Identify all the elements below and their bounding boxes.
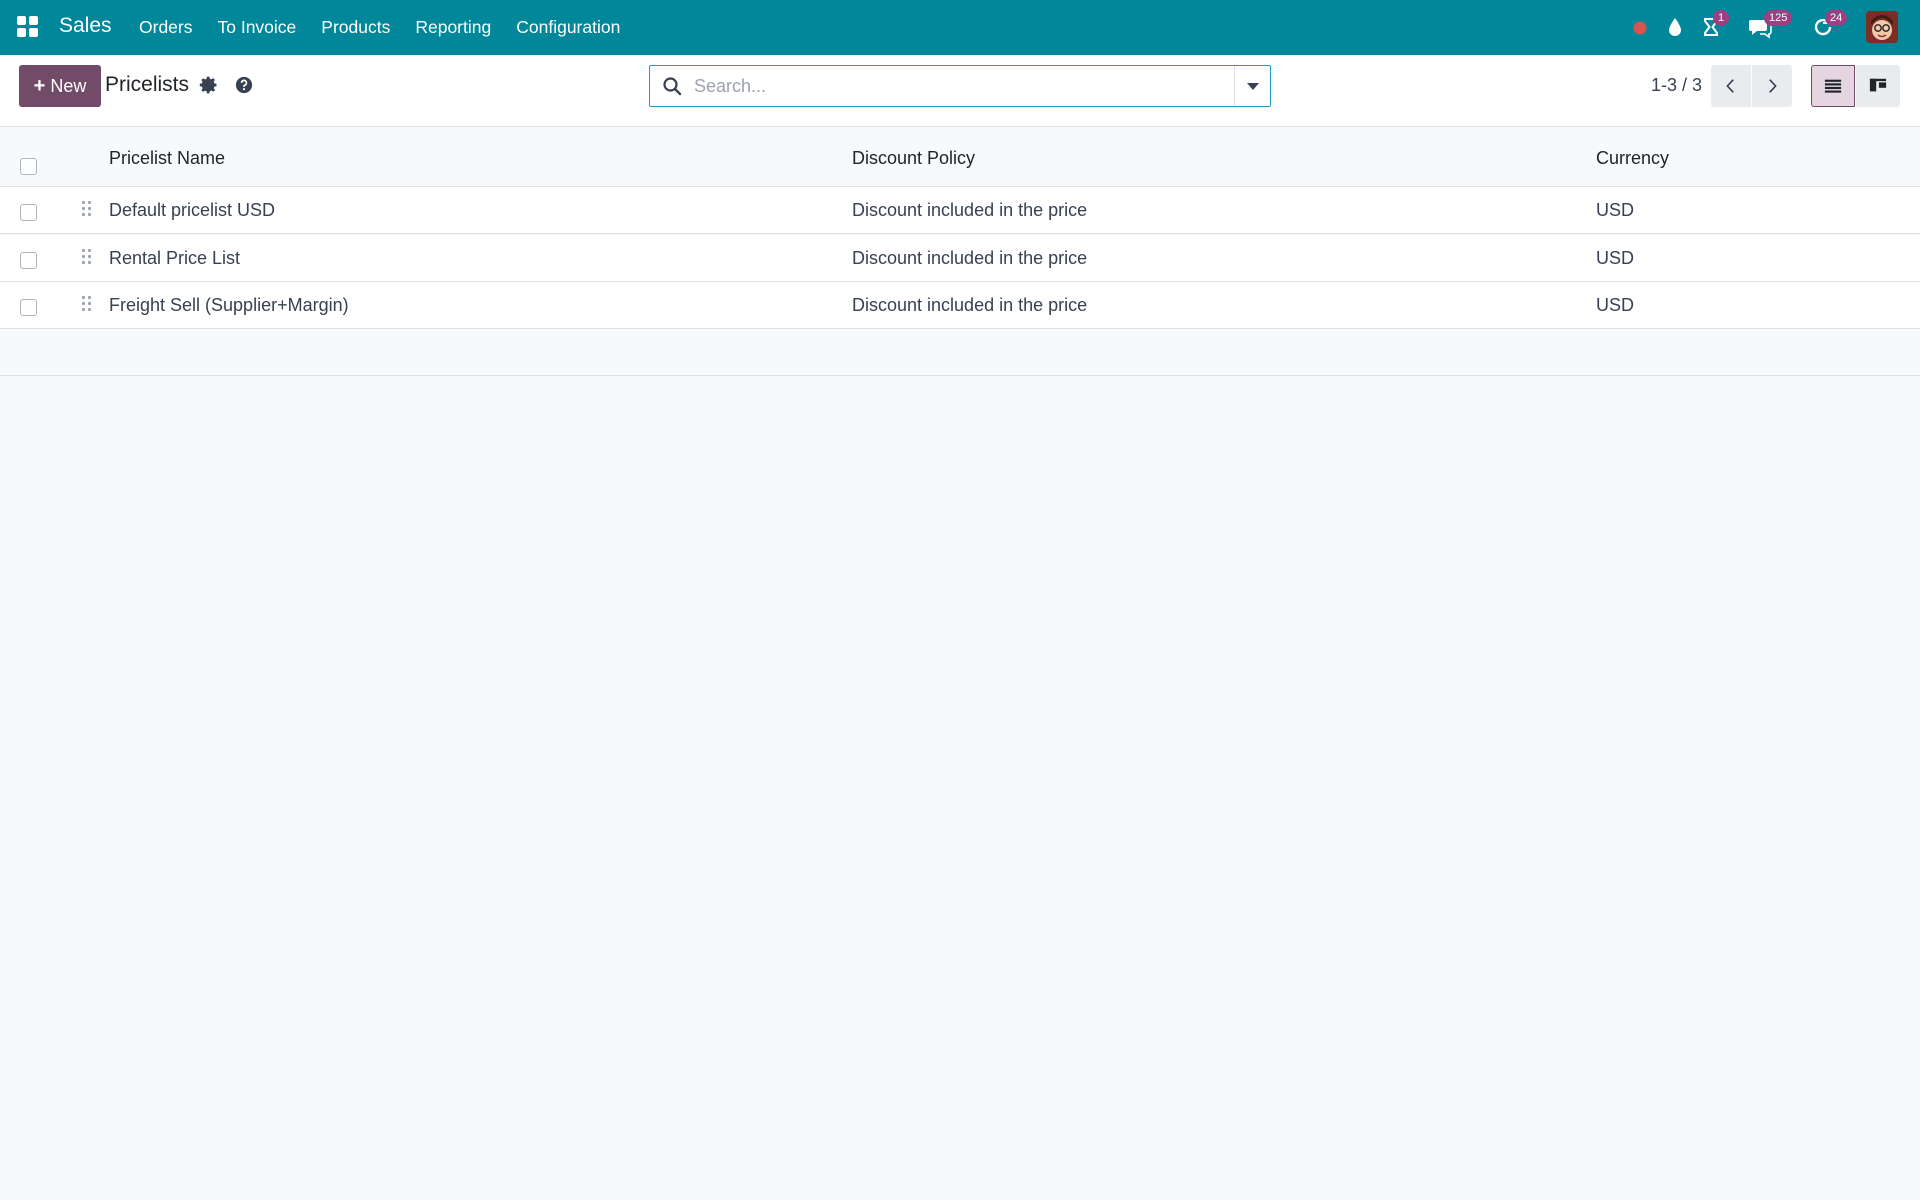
pager-previous-button[interactable] (1711, 65, 1751, 107)
messages-icon[interactable]: 125 (1748, 10, 1793, 39)
activities-icon[interactable]: 1 (1699, 10, 1730, 39)
cell-discount-policy[interactable]: Discount included in the price (852, 295, 1087, 316)
row-checkbox[interactable] (20, 204, 37, 221)
menu-item-orders[interactable]: Orders (139, 17, 192, 38)
user-avatar[interactable] (1866, 11, 1898, 43)
plus-icon: + (33, 74, 46, 97)
table-row[interactable]: Default pricelist USD Discount included … (0, 187, 1920, 234)
search-bar (649, 65, 1271, 107)
cell-currency[interactable]: USD (1596, 248, 1634, 269)
menu-item-products[interactable]: Products (321, 17, 390, 38)
pager-value[interactable]: 1-3 / 3 (1651, 75, 1702, 96)
chevron-left-icon (1726, 79, 1734, 93)
cell-currency[interactable]: USD (1596, 200, 1634, 221)
menu-item-configuration[interactable]: Configuration (516, 17, 620, 38)
menu-item-to-invoice[interactable]: To Invoice (217, 17, 296, 38)
updates-icon[interactable]: 24 (1811, 10, 1848, 39)
kanban-view-icon (1869, 78, 1887, 92)
column-header-currency[interactable]: Currency (1596, 148, 1669, 169)
new-button-label: New (50, 75, 87, 96)
cell-pricelist-name[interactable]: Default pricelist USD (109, 200, 275, 221)
main-menu: Orders To Invoice Products Reporting Con… (139, 17, 645, 38)
table-header: Pricelist Name Discount Policy Currency (0, 128, 1920, 187)
select-all-checkbox[interactable] (20, 158, 37, 175)
menu-item-reporting[interactable]: Reporting (415, 17, 491, 38)
new-button[interactable]: + New (19, 65, 101, 107)
column-header-discount-policy[interactable]: Discount Policy (852, 148, 975, 169)
app-brand[interactable]: Sales (59, 14, 112, 38)
search-options-toggle[interactable] (1234, 66, 1270, 106)
cell-discount-policy[interactable]: Discount included in the price (852, 200, 1087, 221)
search-icon (662, 76, 682, 96)
page-title[interactable]: Pricelists (105, 73, 189, 97)
table-row[interactable]: Freight Sell (Supplier+Margin) Discount … (0, 282, 1920, 329)
drag-handle-icon[interactable] (82, 201, 94, 219)
list-view-icon (1824, 79, 1842, 93)
activities-badge: 1 (1713, 10, 1730, 26)
empty-row (0, 329, 1920, 376)
search-input[interactable] (694, 71, 1234, 101)
drag-handle-icon[interactable] (82, 249, 94, 267)
cell-discount-policy[interactable]: Discount included in the price (852, 248, 1087, 269)
top-navbar: Sales Orders To Invoice Products Reporti… (0, 0, 1920, 55)
apps-menu-icon[interactable] (17, 16, 39, 38)
pager-next-button[interactable] (1752, 65, 1792, 107)
list-view-button[interactable] (1811, 65, 1855, 107)
messages-badge: 125 (1764, 10, 1793, 26)
caret-down-icon (1246, 82, 1259, 90)
row-checkbox[interactable] (20, 299, 37, 316)
gear-icon[interactable] (199, 75, 219, 95)
chevron-right-icon (1769, 79, 1777, 93)
cell-currency[interactable]: USD (1596, 295, 1634, 316)
table-row[interactable]: Rental Price List Discount included in t… (0, 235, 1920, 282)
updates-badge: 24 (1825, 10, 1848, 26)
cell-pricelist-name[interactable]: Freight Sell (Supplier+Margin) (109, 295, 349, 316)
record-dot-icon[interactable] (1628, 15, 1652, 39)
kanban-view-button[interactable] (1856, 65, 1900, 107)
row-checkbox[interactable] (20, 252, 37, 269)
help-icon[interactable] (235, 76, 253, 94)
drag-handle-icon[interactable] (82, 296, 94, 314)
column-header-pricelist-name[interactable]: Pricelist Name (109, 148, 225, 169)
droplet-icon[interactable] (1663, 15, 1687, 39)
cell-pricelist-name[interactable]: Rental Price List (109, 248, 240, 269)
control-panel: + New Pricelists 1-3 / 3 (0, 55, 1920, 127)
